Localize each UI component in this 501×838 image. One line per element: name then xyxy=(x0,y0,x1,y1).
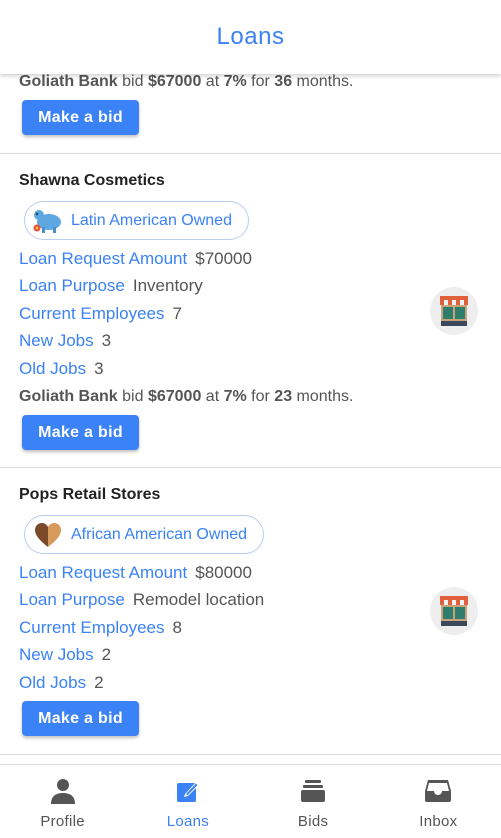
divider xyxy=(0,467,501,468)
heart-icon xyxy=(31,518,65,552)
loan-amount-row: Loan Request Amount $70000 xyxy=(19,249,252,268)
make-bid-button[interactable]: Make a bid xyxy=(22,415,139,450)
page-title: Loans xyxy=(216,23,285,50)
employees-row: Current Employees 8 xyxy=(19,618,182,637)
new-jobs-row: New Jobs 2 xyxy=(19,645,112,664)
ownership-badge[interactable]: African American Owned xyxy=(24,515,265,554)
loan-purpose-row: Loan Purpose Inventory xyxy=(19,276,203,295)
loans-list[interactable]: Goliath Bank bid $67000 at 7% for 36 mon… xyxy=(0,0,501,764)
nav-label: Loans xyxy=(166,813,210,830)
nav-label: Bids xyxy=(297,813,329,830)
nav-item-loans[interactable]: Loans xyxy=(125,765,250,838)
loan-purpose-row: Loan Purpose Remodel location xyxy=(19,590,265,609)
bid-summary: Goliath Bank bid $67000 at 7% for 23 mon… xyxy=(19,388,354,405)
old-jobs-row: Old Jobs 2 xyxy=(19,673,104,692)
nav-item-bids[interactable]: Bids xyxy=(251,765,376,838)
nav-item-inbox[interactable]: Inbox xyxy=(376,765,501,838)
edit-icon xyxy=(175,777,201,805)
nav-label: Inbox xyxy=(419,813,458,830)
divider xyxy=(0,153,501,154)
make-bid-button[interactable]: Make a bid xyxy=(22,100,139,135)
inbox-icon xyxy=(425,777,452,805)
loan-amount-row: Loan Request Amount $80000 xyxy=(19,563,252,582)
bottom-navigation: Profile Loans Bids Inbox xyxy=(0,764,501,838)
divider xyxy=(0,754,501,755)
nav-label: Profile xyxy=(40,813,85,830)
employees-row: Current Employees 7 xyxy=(19,304,182,323)
app-bar: Loans xyxy=(0,0,501,74)
storefront-icon xyxy=(430,587,478,635)
business-name: Pops Retail Stores xyxy=(19,486,161,503)
badge-label: African American Owned xyxy=(71,525,248,543)
business-name: Shawna Cosmetics xyxy=(19,172,165,189)
ownership-badge[interactable]: Latin American Owned xyxy=(24,201,249,240)
make-bid-button[interactable]: Make a bid xyxy=(22,701,139,736)
badge-label: Latin American Owned xyxy=(71,211,232,229)
stack-icon xyxy=(300,777,326,805)
bid-summary: Goliath Bank bid $67000 at 7% for 36 mon… xyxy=(19,73,354,90)
nav-item-profile[interactable]: Profile xyxy=(0,765,125,838)
storefront-icon xyxy=(430,287,478,335)
old-jobs-row: Old Jobs 3 xyxy=(19,359,104,378)
new-jobs-row: New Jobs 3 xyxy=(19,331,112,350)
person-icon xyxy=(50,777,76,805)
piggy-bank-icon xyxy=(31,204,65,238)
